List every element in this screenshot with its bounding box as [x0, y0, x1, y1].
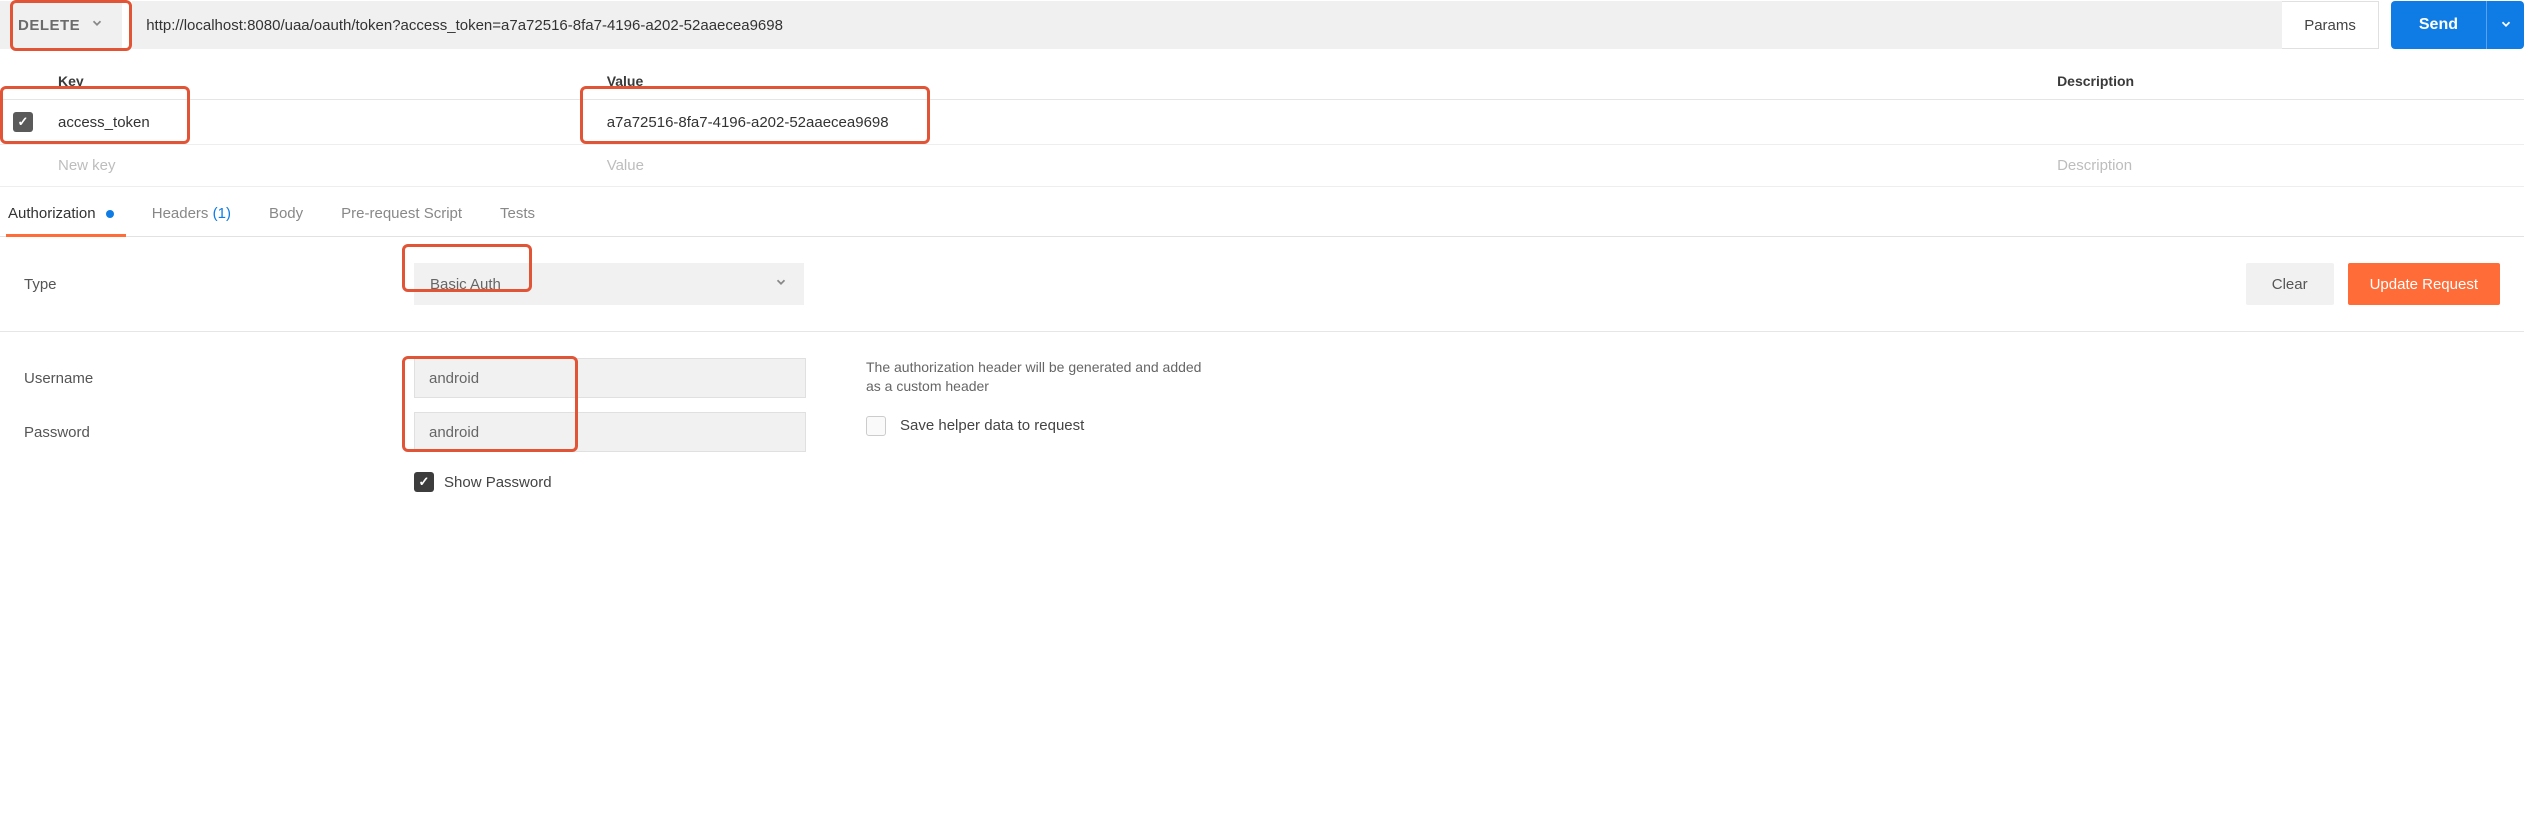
- chevron-down-icon: [774, 275, 788, 293]
- clear-button[interactable]: Clear: [2246, 263, 2334, 305]
- chevron-down-icon: [90, 16, 104, 34]
- tab-headers[interactable]: Headers (1): [150, 191, 233, 236]
- auth-type-select[interactable]: Basic Auth: [414, 263, 804, 305]
- headers-count: (1): [213, 205, 231, 222]
- column-header-value: Value: [595, 63, 2045, 100]
- param-key-placeholder[interactable]: New key: [46, 145, 595, 187]
- request-tabs: Authorization Headers (1) Body Pre-reque…: [0, 191, 2524, 237]
- column-header-description: Description: [2045, 63, 2524, 100]
- column-header-key: Key: [46, 63, 595, 100]
- chevron-down-icon: [2499, 17, 2513, 34]
- status-dot-icon: [106, 210, 114, 218]
- param-value-placeholder[interactable]: Value: [595, 145, 2045, 187]
- param-description-placeholder[interactable]: Description: [2045, 145, 2524, 187]
- password-input[interactable]: android: [414, 412, 806, 452]
- auth-type-value: Basic Auth: [430, 276, 501, 293]
- save-helper-label: Save helper data to request: [900, 417, 1084, 434]
- params-button[interactable]: Params: [2282, 1, 2379, 49]
- param-key-cell[interactable]: access_token: [46, 100, 595, 145]
- save-helper-checkbox[interactable]: [866, 416, 886, 436]
- params-table: Key Value Description access_token a7a72…: [0, 63, 2524, 187]
- url-input[interactable]: http://localhost:8080/uaa/oauth/token?ac…: [132, 1, 2282, 49]
- tab-authorization[interactable]: Authorization: [6, 191, 116, 236]
- tab-body[interactable]: Body: [267, 191, 305, 236]
- tab-prerequest[interactable]: Pre-request Script: [339, 191, 464, 236]
- send-dropdown[interactable]: [2486, 1, 2524, 49]
- username-label: Username: [24, 370, 414, 387]
- table-row[interactable]: access_token a7a72516-8fa7-4196-a202-52a…: [0, 100, 2524, 145]
- param-checkbox[interactable]: [13, 112, 33, 132]
- auth-type-label: Type: [24, 276, 414, 293]
- show-password-checkbox[interactable]: [414, 472, 434, 492]
- auth-helper-text: The authorization header will be generat…: [866, 358, 1206, 396]
- password-label: Password: [24, 424, 414, 441]
- username-input[interactable]: android: [414, 358, 806, 398]
- param-description-cell[interactable]: [2045, 100, 2524, 145]
- show-password-label: Show Password: [444, 474, 552, 491]
- http-method-label: DELETE: [18, 17, 80, 34]
- send-button[interactable]: Send: [2391, 1, 2486, 49]
- table-row-new[interactable]: New key Value Description: [0, 145, 2524, 187]
- tab-tests[interactable]: Tests: [498, 191, 537, 236]
- param-value-cell[interactable]: a7a72516-8fa7-4196-a202-52aaecea9698: [595, 100, 2045, 145]
- http-method-select[interactable]: DELETE: [0, 1, 122, 49]
- url-value: http://localhost:8080/uaa/oauth/token?ac…: [146, 17, 783, 34]
- update-request-button[interactable]: Update Request: [2348, 263, 2500, 305]
